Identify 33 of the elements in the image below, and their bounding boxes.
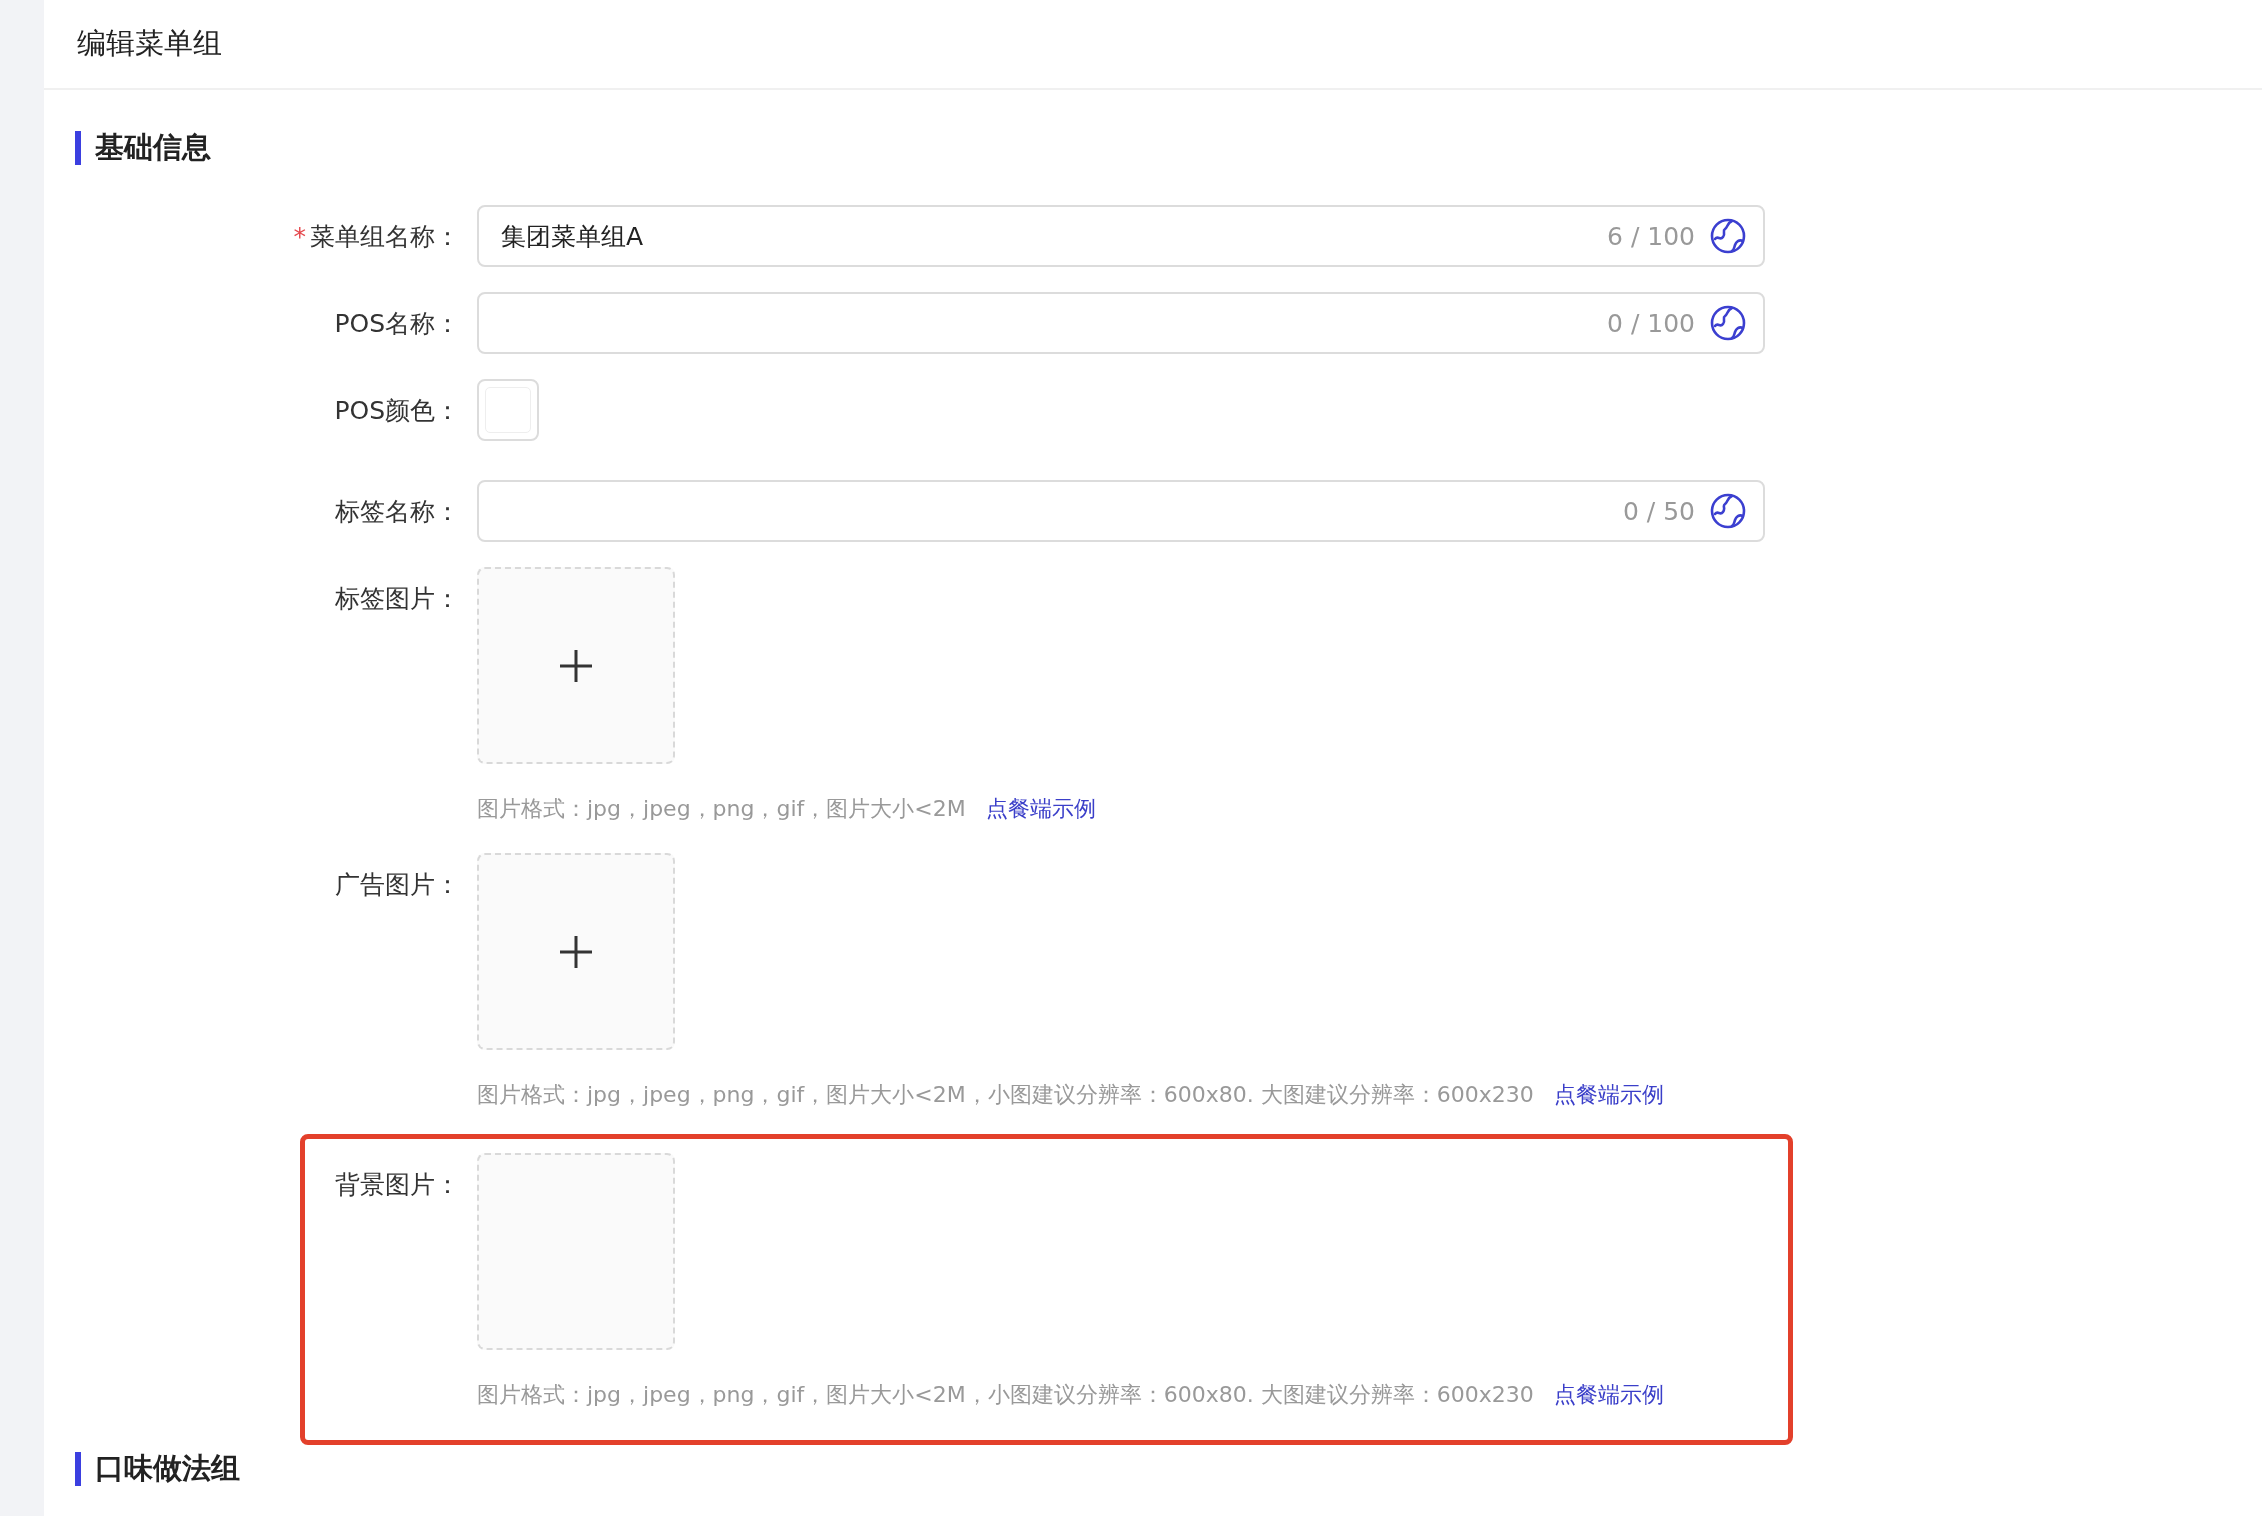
char-counter: 6 / 100 <box>1607 221 1695 251</box>
field-label: 背景图片： <box>335 1168 460 1201</box>
image-upload[interactable] <box>477 567 675 764</box>
char-counter: 0 / 100 <box>1607 308 1695 338</box>
plus-icon <box>559 648 593 683</box>
color-picker[interactable] <box>477 379 539 441</box>
field-label: 标签图片： <box>335 582 460 615</box>
input-value: 集团菜单组A <box>501 220 645 253</box>
example-link[interactable]: 点餐端示例 <box>1553 1380 1664 1410</box>
field-label: POS颜色： <box>334 394 460 427</box>
image-upload[interactable] <box>477 853 675 1050</box>
page-title: 编辑菜单组 <box>77 25 222 62</box>
image-upload[interactable] <box>477 1153 675 1350</box>
required-mark: * <box>293 221 306 251</box>
globe-icon[interactable] <box>1709 217 1747 255</box>
section-title: 口味做法组 <box>95 1450 240 1487</box>
section-title: 基础信息 <box>95 129 211 166</box>
field-label: POS名称： <box>334 307 460 340</box>
text-input[interactable]: 集团菜单组A 6 / 100 <box>477 205 1765 267</box>
globe-icon[interactable] <box>1709 304 1747 342</box>
hint-text: 图片格式：jpg，jpeg，png，gif，图片大小<2M，小图建议分辨率：600x80. 大图建议分辨率：600x230 <box>477 1381 1534 1409</box>
field-label: 菜单组名称： <box>310 220 460 253</box>
example-link[interactable]: 点餐端示例 <box>985 794 1096 824</box>
hint-text: 图片格式：jpg，jpeg，png，gif，图片大小<2M <box>477 795 966 823</box>
section-marker <box>75 131 81 165</box>
example-link[interactable]: 点餐端示例 <box>1553 1080 1664 1110</box>
hint-text: 图片格式：jpg，jpeg，png，gif，图片大小<2M，小图建议分辨率：600x80. 大图建议分辨率：600x230 <box>477 1081 1534 1109</box>
char-counter: 0 / 50 <box>1622 496 1695 526</box>
field-label: 标签名称： <box>335 495 460 528</box>
section-marker <box>75 1452 81 1486</box>
plus-icon <box>559 934 593 969</box>
globe-icon[interactable] <box>1709 492 1747 530</box>
field-label: 广告图片： <box>335 868 460 901</box>
